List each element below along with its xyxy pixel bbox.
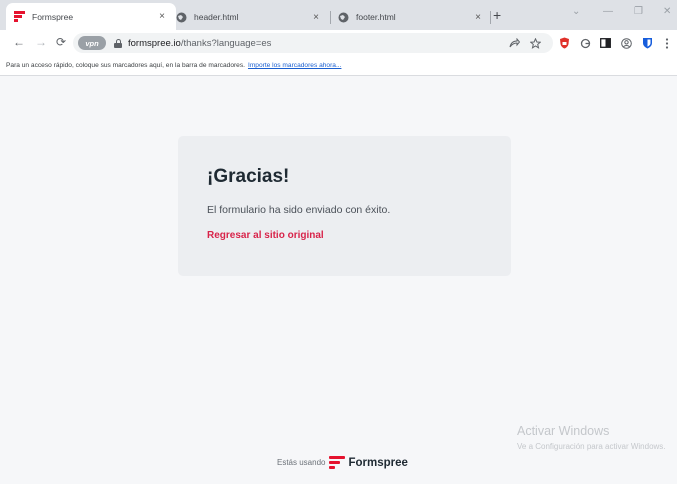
return-to-site-link[interactable]: Regresar al sitio original <box>207 230 324 241</box>
url-text[interactable]: formspree.io/thanks?language=es <box>128 38 271 49</box>
bookmarks-bar: Para un acceso rápido, coloque sus marca… <box>0 56 677 76</box>
watermark-title: Activar Windows <box>517 424 610 438</box>
profile-icon[interactable] <box>620 37 632 49</box>
tab-footer-html[interactable]: footer.html × <box>330 4 492 30</box>
forward-button[interactable]: → <box>35 35 47 49</box>
browser-toolbar: ← → ⟳ vpn formspree.io/thanks?language=e… <box>0 30 677 56</box>
lock-icon[interactable] <box>114 38 122 48</box>
formspree-brand[interactable]: Formspree <box>348 457 407 469</box>
formspree-favicon-icon <box>14 11 25 22</box>
menu-icon[interactable] <box>661 37 673 49</box>
tab-header-html[interactable]: header.html × <box>168 4 330 30</box>
url-path: /thanks?language=es <box>180 37 272 49</box>
reload-button[interactable]: ⟳ <box>56 35 66 49</box>
share-icon[interactable] <box>508 37 520 49</box>
tab-formspree[interactable]: Formspree × <box>6 3 176 30</box>
success-message: El formulario ha sido enviado con éxito. <box>207 204 391 216</box>
tab-label: footer.html <box>356 12 396 22</box>
powered-by-footer: Estás usando Formspree <box>277 456 408 469</box>
url-host: formspree.io <box>128 37 181 49</box>
tab-label: Formspree <box>32 11 74 22</box>
tab-label: header.html <box>194 12 239 22</box>
formspree-logo-icon[interactable] <box>329 456 346 469</box>
tab-strip: Formspree × header.html × footer.html × … <box>0 0 677 30</box>
windows-activation-watermark: Activar Windows Ve a Configuración para … <box>517 424 667 452</box>
page-title: ¡Gracias! <box>207 166 290 187</box>
extension-icon[interactable] <box>579 37 591 49</box>
globe-icon <box>176 12 187 23</box>
back-button[interactable]: ← <box>13 35 25 49</box>
thanks-card: ¡Gracias! El formulario ha sido enviado … <box>178 136 511 276</box>
import-bookmarks-link[interactable]: Importe los marcadores ahora... <box>248 62 341 69</box>
close-tab-icon[interactable]: × <box>156 11 168 22</box>
restore-button[interactable]: ❐ <box>634 6 643 17</box>
watermark-subtitle: Ve a Configuración para activar Windows. <box>517 442 666 451</box>
tab-search-icon[interactable]: ⌄ <box>572 6 580 17</box>
footer-prefix: Estás usando <box>277 458 326 467</box>
globe-icon <box>338 12 349 23</box>
shield-extension-icon[interactable] <box>558 37 570 49</box>
tab-divider <box>490 11 491 24</box>
star-icon[interactable] <box>529 37 541 49</box>
close-tab-icon[interactable]: × <box>472 12 484 23</box>
bitwarden-icon[interactable] <box>641 37 653 49</box>
close-window-button[interactable]: ✕ <box>663 6 671 17</box>
bookmarks-hint: Para un acceso rápido, coloque sus marca… <box>6 62 245 69</box>
vpn-badge[interactable]: vpn <box>78 36 106 50</box>
sidebar-icon[interactable] <box>599 37 611 49</box>
close-tab-icon[interactable]: × <box>310 12 322 23</box>
address-bar[interactable]: vpn formspree.io/thanks?language=es <box>73 33 553 53</box>
new-tab-button[interactable]: + <box>493 8 501 22</box>
minimize-button[interactable]: — <box>603 6 613 17</box>
